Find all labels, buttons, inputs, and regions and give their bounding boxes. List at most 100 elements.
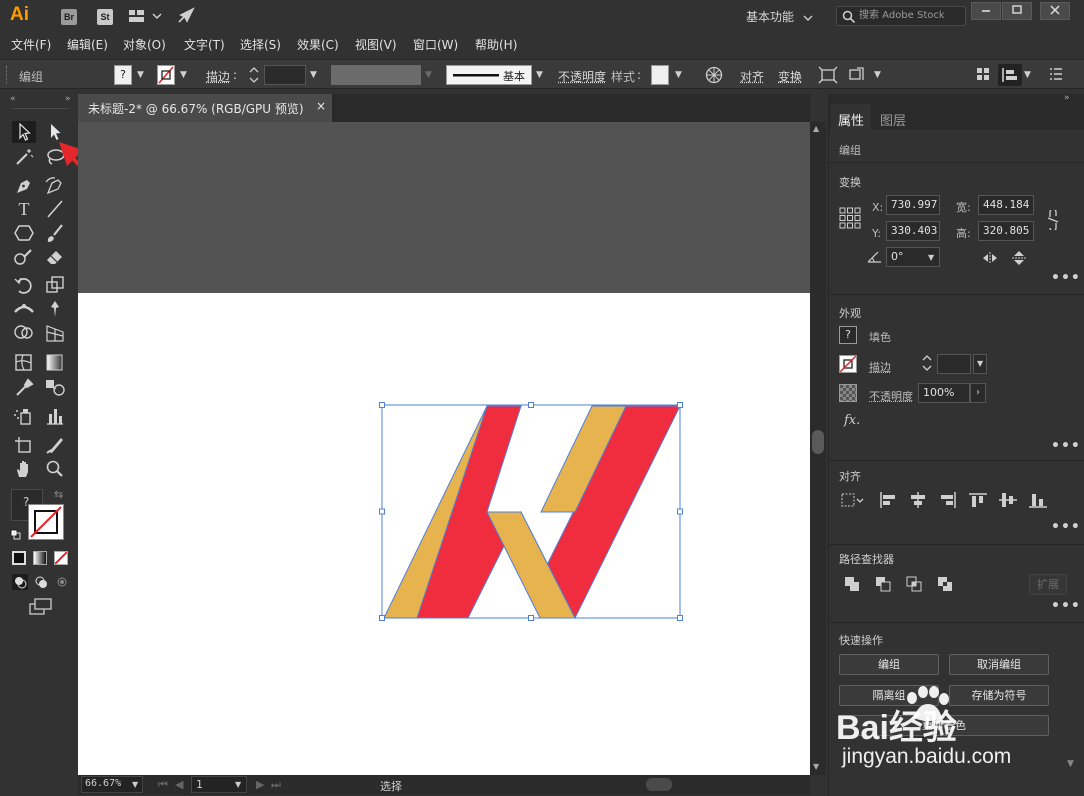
stroke-swatch[interactable]: [157, 65, 175, 85]
opacity-label[interactable]: 不透明度: [869, 388, 913, 404]
arrange-documents-icon[interactable]: [128, 8, 162, 27]
vertical-scrollbar[interactable]: ▲ ▼: [810, 122, 826, 775]
previous-artboard-icon[interactable]: ◀: [175, 778, 183, 791]
appearance-fill-swatch[interactable]: ?: [839, 326, 857, 344]
bbox-handle[interactable]: [677, 615, 683, 621]
mesh-tool-icon[interactable]: [12, 351, 36, 373]
vertical-scroll-thumb[interactable]: [812, 430, 824, 454]
puppet-warp-tool-icon[interactable]: [43, 298, 67, 320]
width-input[interactable]: 448.184: [978, 195, 1034, 215]
scale-tool-icon[interactable]: [43, 274, 67, 296]
align-left-icon[interactable]: [879, 492, 897, 511]
magic-wand-tool-icon[interactable]: [12, 146, 36, 168]
save-as-symbol-button[interactable]: 存储为符号: [949, 685, 1049, 706]
maximize-button[interactable]: [1002, 2, 1032, 20]
brush-definition-dropdown[interactable]: 基本: [446, 65, 532, 85]
hand-tool-icon[interactable]: [12, 458, 36, 480]
stroke-label[interactable]: 描边: [206, 68, 230, 85]
letter-n-logo[interactable]: [383, 405, 681, 620]
menu-view[interactable]: 视图(V): [355, 36, 397, 53]
color-mode-button[interactable]: [12, 551, 26, 565]
tab-layers[interactable]: 图层: [880, 110, 906, 129]
more-options-icon[interactable]: •••: [1051, 519, 1081, 535]
group-button[interactable]: 编组: [839, 654, 939, 675]
document-tab[interactable]: 未标题-2* @ 66.67% (RGB/GPU 预览) ×: [78, 94, 332, 122]
rotate-tool-icon[interactable]: [12, 274, 36, 296]
isolate-group-icon[interactable]: [818, 66, 838, 87]
stroke-weight-stepper[interactable]: [247, 65, 263, 85]
graphic-style-swatch[interactable]: [651, 65, 669, 85]
effects-fx-icon[interactable]: fx.: [844, 413, 860, 428]
appearance-stroke-swatch[interactable]: [839, 355, 857, 373]
perspective-grid-tool-icon[interactable]: [43, 322, 67, 344]
default-fill-stroke-icon[interactable]: [10, 529, 22, 544]
bbox-handle[interactable]: [528, 615, 534, 621]
workspace-switcher[interactable]: 基本功能: [746, 8, 794, 25]
transform-button[interactable]: 变换: [778, 68, 802, 85]
stroke-weight-input[interactable]: [937, 354, 971, 374]
artboard-navigation-input[interactable]: 1 ▼: [191, 776, 247, 793]
gradient-tool-icon[interactable]: [43, 351, 67, 373]
bbox-handle[interactable]: [379, 508, 385, 515]
ungroup-button[interactable]: 取消编组: [949, 654, 1049, 675]
scroll-up-icon[interactable]: ▲: [813, 124, 819, 133]
more-options-icon[interactable]: •••: [1051, 598, 1081, 614]
selection-tool-icon[interactable]: [12, 121, 36, 143]
align-to-selection-icon[interactable]: [841, 492, 867, 511]
bbox-handle[interactable]: [379, 615, 385, 621]
collapse-toolbar-icon[interactable]: »: [65, 94, 71, 104]
none-mode-button[interactable]: [54, 551, 68, 565]
chevron-right-icon[interactable]: ›: [970, 383, 986, 403]
draw-normal-icon[interactable]: [12, 574, 28, 593]
chevron-down-icon[interactable]: ▼: [928, 253, 934, 262]
last-artboard-icon[interactable]: ⏭: [271, 778, 281, 792]
zoom-level-dropdown[interactable]: 66.67% ▼: [81, 776, 143, 793]
chevron-down-icon[interactable]: ▼: [310, 70, 317, 80]
align-vertical-center-icon[interactable]: [999, 492, 1017, 511]
chevron-down-icon[interactable]: ▼: [137, 70, 144, 80]
align-top-icon[interactable]: [969, 492, 987, 511]
bbox-handle[interactable]: [379, 402, 385, 408]
control-bar-grip[interactable]: [6, 66, 9, 84]
recolor-artwork-icon[interactable]: [705, 66, 723, 87]
bbox-handle[interactable]: [677, 402, 683, 408]
bbox-handle[interactable]: [677, 508, 683, 515]
first-artboard-icon[interactable]: ⏮: [158, 778, 168, 792]
menu-window[interactable]: 窗口(W): [413, 36, 458, 53]
scroll-down-icon[interactable]: ▼: [1067, 759, 1074, 769]
slice-tool-icon[interactable]: [43, 434, 67, 456]
variable-width-profile[interactable]: [331, 65, 421, 85]
stroke-weight-input[interactable]: [264, 65, 306, 85]
pathfinder-expand-button[interactable]: 扩展: [1029, 574, 1067, 595]
reference-point-icon[interactable]: [839, 207, 861, 232]
close-window-button[interactable]: [1040, 2, 1070, 20]
type-tool-icon[interactable]: T: [12, 198, 36, 220]
column-graph-tool-icon[interactable]: [43, 405, 67, 427]
chevron-down-icon[interactable]: ▼: [675, 70, 682, 80]
pen-tool-icon[interactable]: [12, 175, 36, 197]
artwork-group[interactable]: [370, 395, 700, 630]
eraser-tool-icon[interactable]: [43, 246, 67, 268]
align-bottom-icon[interactable]: [1029, 492, 1047, 511]
stroke-weight-stepper[interactable]: [920, 353, 936, 373]
tab-properties[interactable]: 属性: [838, 110, 864, 129]
pathfinder-intersect-icon[interactable]: [906, 576, 922, 595]
shape-builder-tool-icon[interactable]: [12, 322, 36, 344]
swap-fill-stroke-icon[interactable]: ⇆: [54, 488, 63, 501]
pathfinder-minus-front-icon[interactable]: [875, 576, 891, 595]
fill-swatch[interactable]: ?: [114, 65, 132, 85]
collapse-panels-icon[interactable]: »: [1064, 93, 1070, 103]
horizontal-scroll-thumb[interactable]: [646, 778, 672, 791]
panel-menu-icon[interactable]: [1049, 68, 1063, 83]
blend-tool-icon[interactable]: [43, 376, 67, 398]
stroke-label[interactable]: 描边: [869, 359, 891, 375]
draw-behind-icon[interactable]: [33, 574, 49, 593]
close-tab-icon[interactable]: ×: [316, 99, 326, 113]
opacity-input[interactable]: 100%: [918, 383, 970, 403]
zoom-tool-icon[interactable]: [43, 458, 67, 480]
grid-layout-icon[interactable]: [976, 67, 990, 84]
menu-object[interactable]: 对象(O): [123, 36, 166, 53]
more-options-icon[interactable]: •••: [1051, 438, 1081, 454]
symbol-sprayer-tool-icon[interactable]: [12, 405, 36, 427]
gradient-mode-button[interactable]: [33, 551, 47, 565]
